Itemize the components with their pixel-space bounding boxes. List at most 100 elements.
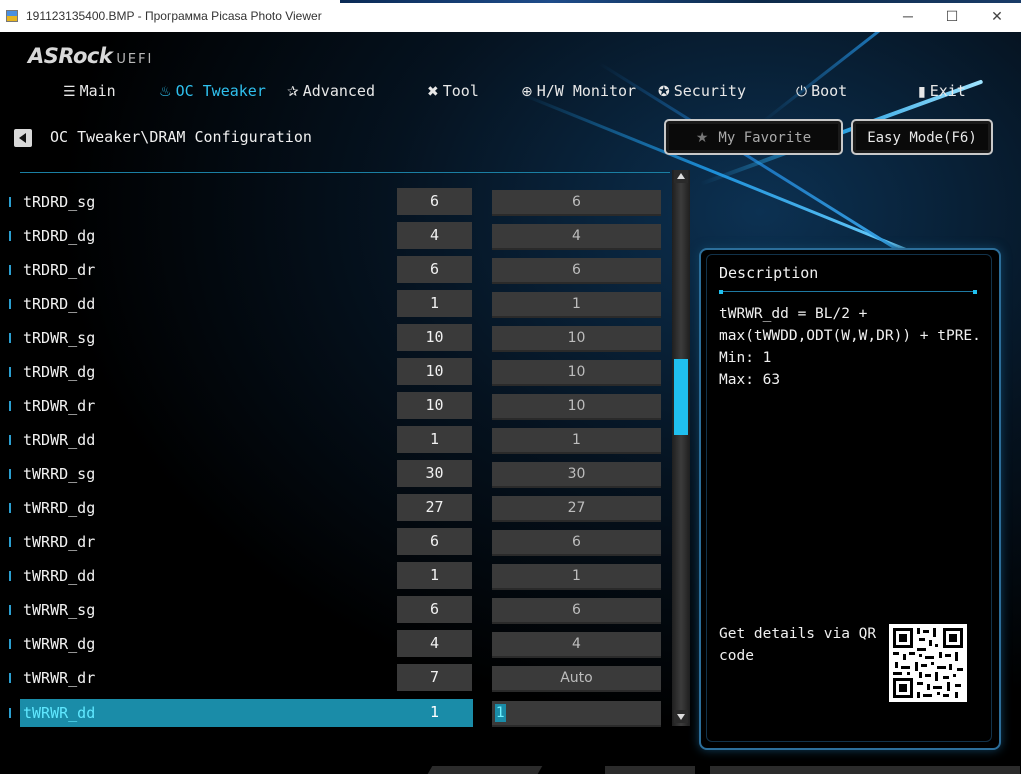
brand-suffix: UEFI bbox=[116, 52, 154, 67]
setting-row[interactable]: tRDRD_sg 6 6 bbox=[0, 188, 670, 216]
current-value: 27 bbox=[397, 494, 472, 521]
setting-label: tWRRD_sg bbox=[23, 465, 96, 483]
setting-value-field[interactable]: 30 bbox=[492, 462, 661, 488]
setting-value-input[interactable]: 1 bbox=[492, 701, 661, 727]
star-icon: ✰ bbox=[287, 84, 299, 100]
maximize-button[interactable]: ☐ bbox=[937, 6, 967, 26]
scroll-up-arrow-icon[interactable] bbox=[674, 170, 688, 183]
tab-label: Boot bbox=[811, 82, 848, 100]
setting-row[interactable]: tWRRD_sg 30 30 bbox=[0, 460, 670, 488]
current-value: 1 bbox=[397, 290, 472, 317]
setting-row[interactable]: tWRRD_dd 1 1 bbox=[0, 562, 670, 590]
tab-exit[interactable]: ▮ Exit bbox=[918, 82, 966, 100]
row-marker bbox=[9, 503, 11, 513]
tab-label: Exit bbox=[929, 82, 966, 100]
current-value: 1 bbox=[397, 426, 472, 453]
setting-row[interactable]: tRDWR_sg 10 10 bbox=[0, 324, 670, 352]
exit-door-icon: ▮ bbox=[918, 84, 926, 100]
qr-caption: Get details via QR code bbox=[719, 626, 877, 664]
tab-label: Advanced bbox=[302, 82, 375, 100]
tab-label: OC Tweaker bbox=[175, 82, 266, 100]
current-value: 6 bbox=[397, 528, 472, 555]
header-divider bbox=[20, 172, 670, 173]
description-line: max(tWWDD,ODT(W,W,DR)) + tPRE. bbox=[719, 328, 981, 344]
setting-label: tWRWR_dd bbox=[23, 704, 96, 722]
setting-value-field[interactable]: 1 bbox=[492, 428, 661, 454]
setting-value-field[interactable]: 10 bbox=[492, 394, 661, 420]
setting-value-field[interactable]: 6 bbox=[492, 258, 661, 284]
back-button[interactable] bbox=[14, 129, 32, 147]
row-marker bbox=[9, 469, 11, 479]
scrollbar-thumb[interactable] bbox=[674, 359, 688, 435]
setting-row[interactable]: tWRRD_dg 27 27 bbox=[0, 494, 670, 522]
setting-label: tWRRD_dd bbox=[23, 567, 96, 585]
setting-row[interactable]: tWRRD_dr 6 6 bbox=[0, 528, 670, 556]
setting-row[interactable]: tRDRD_dd 1 1 bbox=[0, 290, 670, 318]
setting-label: tRDRD_dd bbox=[23, 295, 96, 313]
setting-value-field[interactable]: Auto bbox=[492, 666, 661, 692]
shield-icon: ✪ bbox=[658, 84, 670, 100]
setting-value-field[interactable]: 4 bbox=[492, 632, 661, 658]
setting-row[interactable]: tRDWR_dg 10 10 bbox=[0, 358, 670, 386]
tab-tool[interactable]: ✖ Tool bbox=[427, 82, 479, 100]
window-title: 191123135400.BMP - Программа Picasa Phot… bbox=[26, 9, 322, 23]
input-cursor-value: 1 bbox=[495, 704, 506, 722]
tab-oc-tweaker[interactable]: ♨ OC Tweaker bbox=[159, 82, 266, 100]
setting-value-field[interactable]: 6 bbox=[492, 598, 661, 624]
setting-row[interactable]: tRDWR_dr 10 10 bbox=[0, 392, 670, 420]
window-titlebar: 191123135400.BMP - Программа Picasa Phot… bbox=[0, 0, 1021, 32]
current-value: 30 bbox=[397, 460, 472, 487]
tab-label: Tool bbox=[442, 82, 479, 100]
tab-label: Security bbox=[673, 82, 746, 100]
current-value: 6 bbox=[397, 596, 472, 623]
tab-main[interactable]: ☰ Main bbox=[63, 82, 116, 100]
scrollbar-track[interactable] bbox=[672, 170, 690, 726]
power-icon: ⏻ bbox=[796, 84, 808, 100]
current-value: 1 bbox=[429, 703, 440, 721]
row-marker bbox=[9, 708, 11, 718]
setting-row[interactable]: tWRWR_dg 4 4 bbox=[0, 630, 670, 658]
tab-boot[interactable]: ⏻ Boot bbox=[796, 82, 847, 100]
row-marker bbox=[9, 537, 11, 547]
scroll-down-arrow-icon[interactable] bbox=[674, 710, 688, 723]
setting-value-field[interactable]: 1 bbox=[492, 564, 661, 590]
brand-name: ASRock bbox=[28, 44, 113, 68]
row-marker bbox=[9, 265, 11, 275]
minimize-button[interactable]: ─ bbox=[893, 6, 923, 26]
row-marker bbox=[9, 435, 11, 445]
list-icon: ☰ bbox=[63, 84, 76, 100]
current-value: 4 bbox=[397, 222, 472, 249]
setting-value-field[interactable]: 10 bbox=[492, 360, 661, 386]
setting-label: tRDWR_sg bbox=[23, 329, 96, 347]
setting-value-field[interactable]: 4 bbox=[492, 224, 661, 250]
setting-row[interactable]: tRDWR_dd 1 1 bbox=[0, 426, 670, 454]
tab-label: H/W Monitor bbox=[536, 82, 637, 100]
tab-advanced[interactable]: ✰ Advanced bbox=[287, 82, 375, 100]
current-value: 6 bbox=[397, 256, 472, 283]
setting-label: tRDWR_dd bbox=[23, 431, 96, 449]
asrock-logo: ASRock UEFI bbox=[28, 44, 153, 68]
setting-row[interactable]: tWRWR_sg 6 6 bbox=[0, 596, 670, 624]
tab-security[interactable]: ✪ Security bbox=[658, 82, 746, 100]
setting-row[interactable]: tRDRD_dr 6 6 bbox=[0, 256, 670, 284]
tab-hw-monitor[interactable]: ⊕ H/W Monitor bbox=[521, 82, 636, 100]
setting-label: tRDRD_sg bbox=[23, 193, 96, 211]
close-button[interactable]: ✕ bbox=[982, 6, 1012, 26]
setting-label: tRDRD_dg bbox=[23, 227, 96, 245]
setting-value-field[interactable]: 10 bbox=[492, 326, 661, 352]
setting-value-field[interactable]: 27 bbox=[492, 496, 661, 522]
current-value: 10 bbox=[397, 324, 472, 351]
setting-row[interactable]: tWRWR_dr 7 Auto bbox=[0, 664, 670, 692]
star-icon: ★ bbox=[695, 130, 709, 146]
tab-label: Main bbox=[79, 82, 116, 100]
easy-mode-button[interactable]: Easy Mode(F6) bbox=[851, 119, 993, 155]
row-marker bbox=[9, 605, 11, 615]
setting-row-selected[interactable]: tWRWR_dd 1 1 bbox=[0, 699, 670, 727]
setting-value-field[interactable]: 6 bbox=[492, 530, 661, 556]
bottom-decoration bbox=[420, 766, 1020, 774]
setting-value-field[interactable]: 1 bbox=[492, 292, 661, 318]
my-favorite-button[interactable]: ★ My Favorite bbox=[664, 119, 843, 155]
setting-value-field[interactable]: 6 bbox=[492, 190, 661, 216]
description-divider bbox=[719, 290, 977, 294]
setting-row[interactable]: tRDRD_dg 4 4 bbox=[0, 222, 670, 250]
